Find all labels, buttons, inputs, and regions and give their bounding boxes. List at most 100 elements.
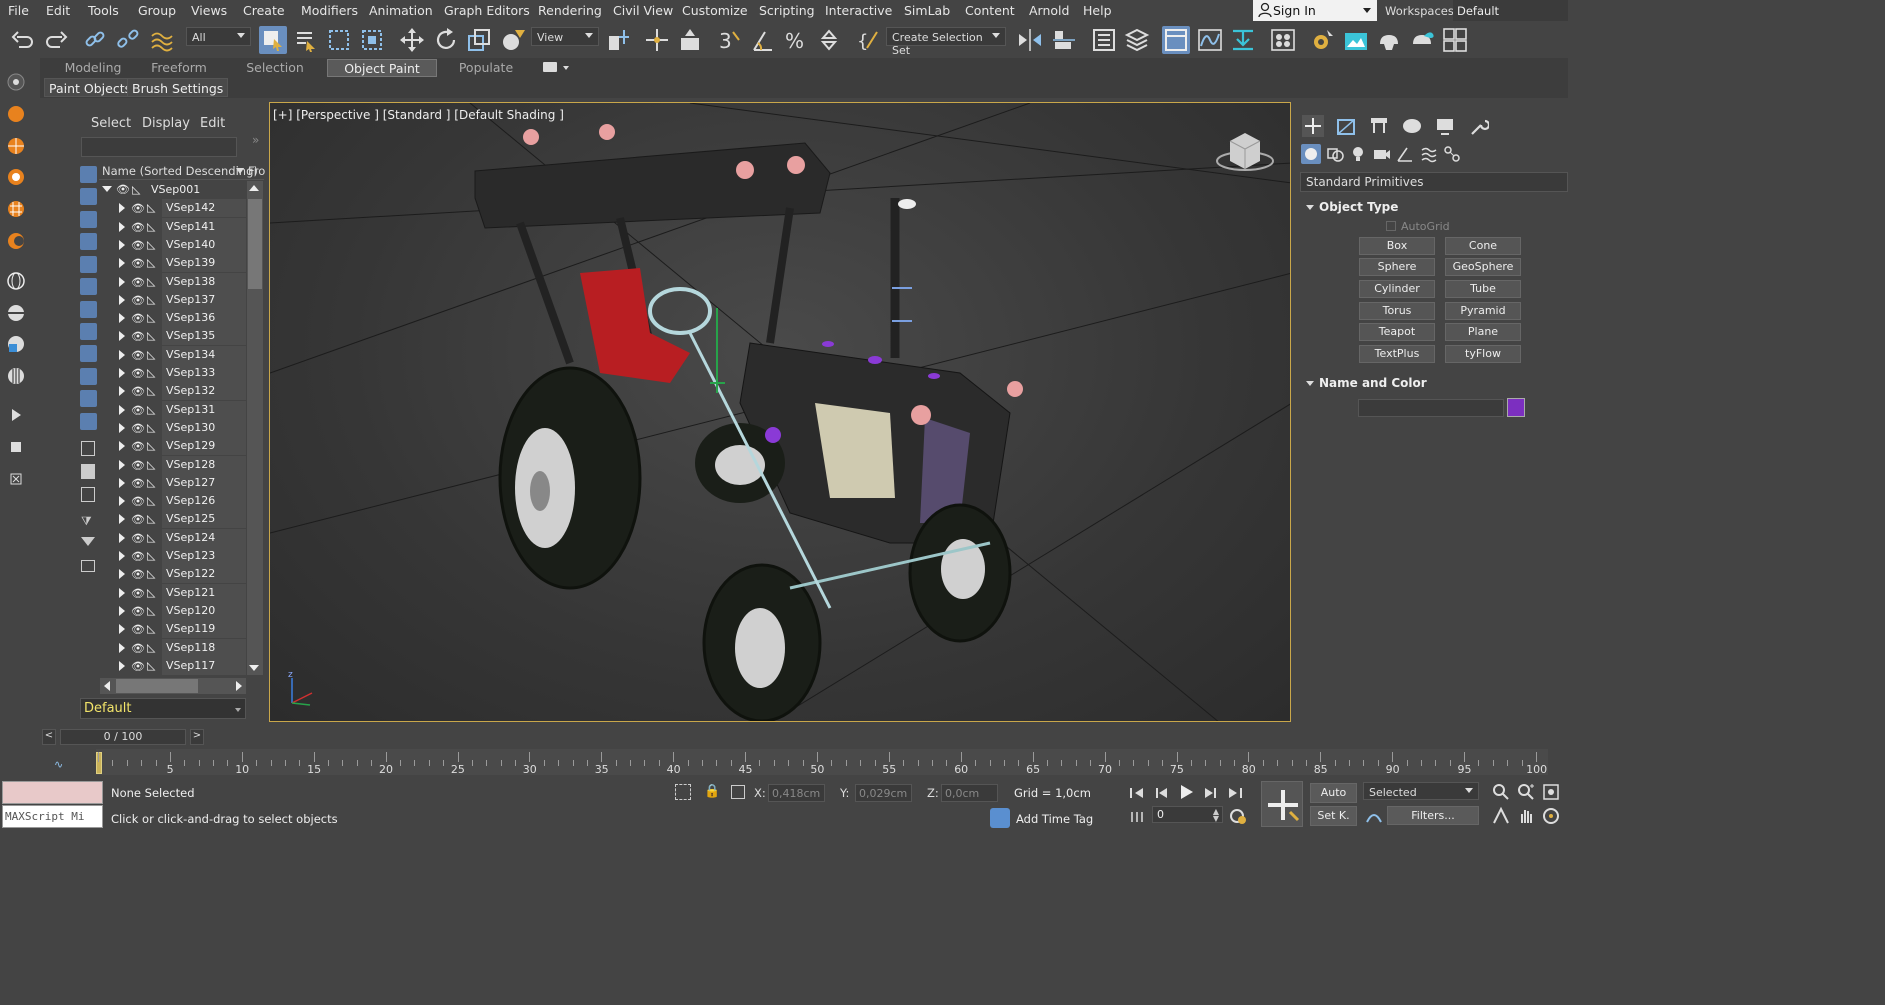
tree-row[interactable]: 👁 ◺ VSep126 [99,492,246,511]
filter-space-warps-icon[interactable] [80,278,97,295]
next-key-icon[interactable] [1200,783,1220,803]
scale-icon[interactable] [465,26,493,54]
expand-arrow-icon[interactable] [119,660,125,671]
percent-snap-icon[interactable]: % [782,26,810,54]
scroll-down-icon[interactable] [249,665,259,671]
eye-icon[interactable]: 👁 [131,257,145,270]
textplus-button[interactable]: TextPlus [1359,345,1435,363]
undo-icon[interactable] [9,26,37,54]
placement-icon[interactable] [499,26,527,54]
z-coordinate-field[interactable]: 0,0cm [941,784,998,802]
go-to-start-icon[interactable] [1127,783,1147,803]
geometry-category-icon[interactable] [1301,144,1321,164]
y-coordinate-field[interactable]: 0,029cm [855,784,912,802]
play-animation-icon[interactable] [1176,782,1196,802]
tree-row[interactable]: 👁 ◺ VSep135 [99,327,246,346]
tree-row[interactable]: 👁 ◺ VSep120 [99,601,246,620]
eye-icon[interactable]: 👁 [131,221,145,234]
half-sphere-icon[interactable] [7,304,25,322]
redo-icon[interactable] [42,26,70,54]
set-key-button[interactable]: Set K. [1310,806,1357,826]
object-name-input[interactable] [1358,399,1504,417]
cylinder-button[interactable]: Cylinder [1359,280,1435,298]
menu-tools[interactable]: Tools [88,3,119,18]
explorer-menu-display[interactable]: Display [142,116,190,131]
tree-row[interactable]: 👁 ◺ VSep129 [99,437,246,456]
explorer-menu-select[interactable]: Select [91,116,131,131]
filter-groups-icon[interactable] [80,301,97,318]
tyflow-button[interactable]: tyFlow [1445,345,1521,363]
play-icon[interactable] [7,406,25,424]
zoom-extents-icon[interactable] [1541,782,1561,802]
tree-row[interactable]: 👁 ◺ VSep132 [99,382,246,401]
expand-arrow-icon[interactable] [119,477,125,488]
sphere-blue-icon[interactable] [7,335,25,353]
explorer-column-header[interactable]: Name (Sorted Descending) Fro [99,162,265,180]
helpers-category-icon[interactable] [1395,144,1415,164]
tree-row[interactable]: 👁 ◺ VSep139 [99,254,246,273]
render-production-icon[interactable] [1375,26,1403,54]
menu-content[interactable]: Content [965,3,1015,18]
display-all-icon[interactable] [81,441,95,456]
perspective-viewport[interactable]: z [269,102,1291,722]
grid-sphere-icon[interactable] [7,200,25,218]
chevron-down-icon[interactable] [563,66,569,70]
rendered-frame-window-icon[interactable] [1342,26,1370,54]
zoom-icon[interactable] [1491,782,1511,802]
menu-group[interactable]: Group [138,3,176,18]
eye-icon[interactable]: 👁 [131,404,145,417]
filter-shapes-icon[interactable] [80,188,97,205]
filter-frozen-icon[interactable] [80,390,97,407]
create-icon[interactable] [7,73,25,91]
render-shortcuts-icon[interactable] [1441,26,1469,54]
cameras-category-icon[interactable] [1372,144,1392,164]
tree-row[interactable]: 👁 ◺ VSep127 [99,473,246,492]
workspaces-dropdown[interactable]: Default [1453,0,1568,21]
select-object-icon[interactable] [259,26,287,54]
utilities-tab-icon[interactable] [1467,115,1491,137]
eye-icon[interactable]: 👁 [131,550,145,563]
tree-row[interactable]: 👁 ◺ VSep133 [99,364,246,382]
funnel-icon[interactable] [81,537,95,546]
mirror-icon[interactable] [1016,26,1044,54]
globe-icon[interactable] [7,137,25,155]
layer-dropdown[interactable]: Default [80,698,246,719]
menu-graph-editors[interactable]: Graph Editors [444,3,530,18]
striped-sphere-icon[interactable] [7,367,25,385]
menu-simlab[interactable]: SimLab [904,3,950,18]
menu-edit[interactable]: Edit [46,3,70,18]
field-of-view-icon[interactable] [1491,806,1511,826]
rotate-icon[interactable] [432,26,460,54]
menu-animation[interactable]: Animation [369,3,433,18]
eye-icon[interactable]: 👁 [131,202,145,215]
filter-helpers-icon[interactable] [80,256,97,273]
time-slider[interactable]: 0 / 100 [60,729,186,745]
expand-arrow-icon[interactable] [119,221,125,232]
pan-hand-icon[interactable] [1516,806,1536,826]
lights-category-icon[interactable] [1348,144,1368,164]
ribbon-options-icon[interactable] [543,62,557,72]
brush-settings-button[interactable]: Brush Settings [127,78,229,97]
eye-icon[interactable]: 👁 [131,330,145,343]
viewport-label[interactable]: [+] [Perspective ] [Standard ] [Default … [273,108,564,122]
tree-row-root[interactable]: 👁 ◺ VSep001 [99,181,246,199]
eye-icon[interactable]: 👁 [131,422,145,435]
explorer-menu-edit[interactable]: Edit [200,116,225,131]
tab-selection[interactable]: Selection [236,59,314,77]
scroll-thumb[interactable] [248,199,262,289]
filter-funnel-icon[interactable]: ⧩ [81,514,92,529]
expand-arrow-icon[interactable] [119,203,125,214]
tree-row[interactable]: 👁 ◺ VSep138 [99,272,246,291]
eye-icon[interactable]: 👁 [131,605,145,618]
cone-button[interactable]: Cone [1445,237,1521,255]
eye-icon[interactable]: 👁 [131,294,145,307]
filter-xrefs-icon[interactable] [80,323,97,340]
named-selection-set-dropdown[interactable]: Create Selection Set [886,27,1006,57]
eye-icon[interactable]: 👁 [131,623,145,636]
systems-category-icon[interactable] [1442,144,1462,164]
reference-coordinate-dropdown[interactable]: View [531,27,599,46]
tab-freeform[interactable]: Freeform [140,59,218,77]
expand-arrow-icon[interactable] [119,551,125,561]
time-configuration-icon[interactable] [1228,806,1248,826]
plane-button[interactable]: Plane [1445,323,1521,341]
